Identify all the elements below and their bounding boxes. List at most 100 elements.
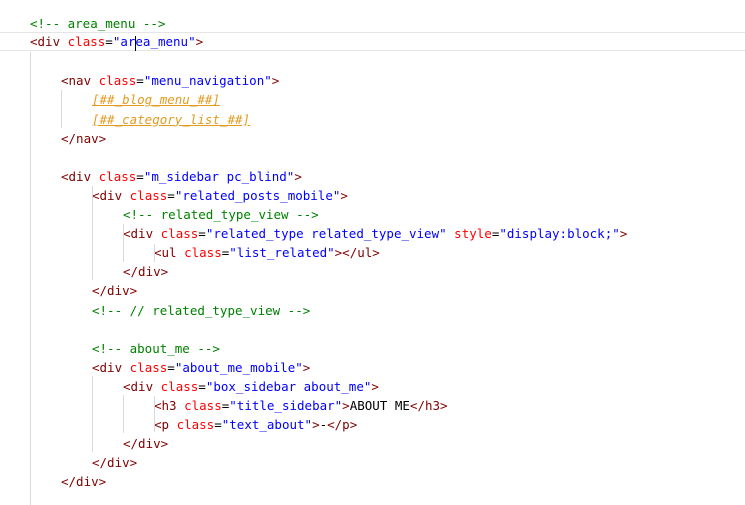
tag-token: <div xyxy=(61,168,99,184)
code-line[interactable] xyxy=(0,148,745,167)
tag-token: </div> xyxy=(123,436,169,452)
comment-token: <!-- related_type_view --> xyxy=(123,207,319,222)
code-line[interactable]: <!-- area_menu --> xyxy=(0,14,745,33)
string-token: "area_menu" xyxy=(112,34,196,50)
attribute-token: class xyxy=(160,378,199,394)
tag-token: <div xyxy=(123,226,161,242)
tag-token: </h3> xyxy=(409,398,448,413)
code-line[interactable]: <!-- about_me --> xyxy=(0,339,745,358)
code-line-content: </nav> xyxy=(61,129,106,148)
code-line[interactable]: <!-- related_type_view --> xyxy=(0,205,745,224)
code-line[interactable]: </nav> xyxy=(0,129,745,148)
tag-token: ></ul> xyxy=(334,245,380,261)
tag-token: </div> xyxy=(92,455,138,471)
code-line[interactable]: <ul class="list_related"></ul> xyxy=(0,243,745,262)
code-line-content: </div> xyxy=(123,434,168,453)
tag-token: <div xyxy=(123,378,161,394)
comment-token: <!-- about_me --> xyxy=(92,340,220,356)
string-token: "title_sidebar" xyxy=(229,398,343,413)
code-line-content: <nav class="menu_navigation"> xyxy=(61,71,279,90)
text-token: = xyxy=(167,187,175,203)
tag-token: </div> xyxy=(123,264,169,280)
code-line[interactable]: </div> xyxy=(0,472,745,491)
string-token: "related_posts_mobile" xyxy=(174,187,341,203)
code-line-content: <div class="about_me_mobile"> xyxy=(92,358,310,377)
tag-token: <nav xyxy=(61,73,99,89)
code-line-content: [##_blog_menu_##] xyxy=(92,90,220,109)
text-token: = xyxy=(136,73,144,89)
code-line-content: </div> xyxy=(92,281,137,300)
code-line[interactable]: <p class="text_about">-</p> xyxy=(0,415,745,434)
code-line-content: <!-- area_menu --> xyxy=(30,14,165,33)
code-line-content: </div> xyxy=(123,262,168,281)
code-line-content: <div class="related_posts_mobile"> xyxy=(92,186,348,205)
text-token: - xyxy=(319,417,328,433)
code-line[interactable] xyxy=(0,320,745,339)
attribute-token: class xyxy=(176,417,215,433)
string-token: "about_me_mobile" xyxy=(174,359,303,375)
template-placeholder: [##_category_list_##] xyxy=(92,111,251,127)
tag-token: <div xyxy=(30,34,68,50)
tag-token: > xyxy=(195,34,204,50)
attribute-token: class xyxy=(98,168,137,184)
tag-token: <div xyxy=(92,359,130,375)
text-token: = xyxy=(167,359,175,375)
code-line-content: <!-- // related_type_view --> xyxy=(92,301,310,320)
code-line[interactable]: <div class="m_sidebar pc_blind"> xyxy=(0,167,745,186)
code-line[interactable]: [##_blog_menu_##] xyxy=(0,90,745,109)
code-editor[interactable]: <!-- area_menu --> <div class="area_menu"… xyxy=(0,0,745,505)
text-cursor xyxy=(135,36,136,51)
attribute-token: class xyxy=(67,34,106,50)
code-line[interactable]: </div> xyxy=(0,262,745,281)
code-line[interactable]: </div> xyxy=(0,453,745,472)
attribute-token: class xyxy=(129,359,168,375)
code-line[interactable]: <div class="area_menu"> xyxy=(0,32,745,52)
indent-guide xyxy=(154,244,155,262)
code-line[interactable]: <div class="related_type related_type_vi… xyxy=(0,224,745,243)
comment-token: <!-- // related_type_view --> xyxy=(92,302,311,318)
code-line-content: <div class="area_menu"> xyxy=(30,33,203,50)
code-line[interactable]: <h3 class="title_sidebar">ABOUT ME</h3> xyxy=(0,396,745,415)
string-token: "box_sidebar about_me" xyxy=(205,378,372,394)
comment-token: <!-- area_menu --> xyxy=(30,16,166,31)
template-placeholder: [##_blog_menu_##] xyxy=(92,92,220,108)
tag-token: </nav> xyxy=(61,130,107,146)
indent-guide xyxy=(30,52,31,505)
code-line[interactable]: <div class="box_sidebar about_me"> xyxy=(0,377,745,396)
code-line[interactable]: [##_category_list_##] xyxy=(0,110,745,129)
code-line-content: <h3 class="title_sidebar">ABOUT ME</h3> xyxy=(154,396,448,415)
string-token: "list_related" xyxy=(229,245,335,261)
indent-guide xyxy=(61,90,62,128)
attribute-token: class xyxy=(129,187,168,203)
tag-token: </div> xyxy=(92,283,138,299)
attribute-token: class xyxy=(184,398,222,413)
code-line-content: <div class="box_sidebar about_me"> xyxy=(123,377,379,396)
string-token: "related_type related_type_view" xyxy=(205,226,447,242)
text-token: = xyxy=(136,168,144,184)
code-line[interactable]: <!-- // related_type_view --> xyxy=(0,301,745,320)
code-line[interactable]: </div> xyxy=(0,434,745,453)
code-line[interactable]: <div class="about_me_mobile"> xyxy=(0,358,745,377)
string-token: "m_sidebar pc_blind" xyxy=(143,168,295,184)
indent-guide xyxy=(92,376,93,452)
tag-token: > xyxy=(619,226,628,242)
code-line[interactable] xyxy=(0,52,745,71)
code-line[interactable]: </div> xyxy=(0,281,745,300)
code-line-content: <div class="m_sidebar pc_blind"> xyxy=(61,167,302,186)
tag-token: > xyxy=(340,187,348,203)
string-token: "menu_navigation" xyxy=(143,73,272,89)
code-line[interactable]: <div class="related_posts_mobile"> xyxy=(0,186,745,205)
tag-token: </div> xyxy=(61,474,107,490)
tag-token: <div xyxy=(92,187,130,203)
code-line-content: <!-- about_me --> xyxy=(92,339,220,358)
indent-guide xyxy=(123,224,124,262)
attribute-token: class xyxy=(184,245,222,261)
text-token: ABOUT ME xyxy=(349,398,410,413)
indent-guide xyxy=(154,396,155,432)
attribute-token: style xyxy=(454,226,492,242)
indent-guide xyxy=(123,395,124,433)
code-line-content: </div> xyxy=(61,472,106,491)
indent-guide xyxy=(92,186,93,280)
code-line[interactable]: <nav class="menu_navigation"> xyxy=(0,71,745,90)
tag-token: > xyxy=(302,359,311,375)
